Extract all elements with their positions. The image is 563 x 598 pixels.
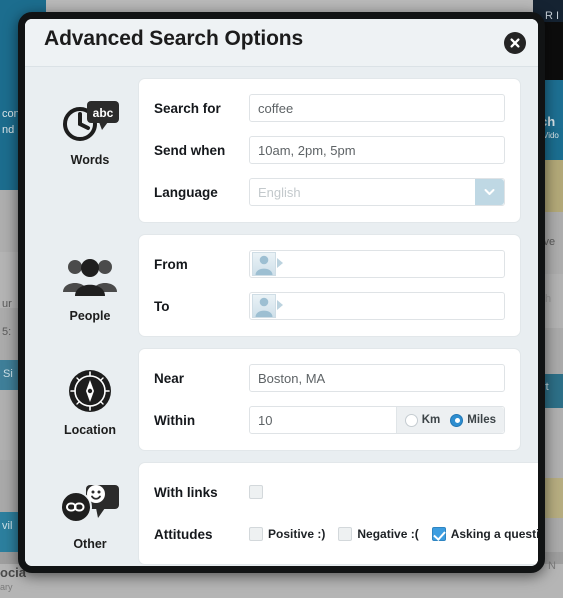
avatar-placeholder-icon xyxy=(252,252,276,276)
within-field-wrap: Km Miles xyxy=(249,406,505,434)
checkbox-positive[interactable] xyxy=(249,527,263,541)
people-panel: From To xyxy=(138,234,521,337)
field-with-links: With links xyxy=(154,476,538,508)
section-sidebar-location: Location xyxy=(42,348,138,437)
attitude-option-negative[interactable]: Negative :( xyxy=(338,527,419,541)
words-panel: Search for Send when Langu xyxy=(138,78,521,223)
label-attitudes: Attitudes xyxy=(154,526,213,542)
attitude-option-question[interactable]: Asking a question ? xyxy=(431,527,540,541)
near-input[interactable] xyxy=(249,364,505,392)
background-text-fragment: N xyxy=(548,560,556,572)
label-near: Near xyxy=(154,370,185,386)
section-sidebar-people: People xyxy=(42,234,138,323)
close-icon[interactable] xyxy=(504,32,526,54)
section-other: Other With links Attitudes Positive:) N… xyxy=(25,462,538,565)
section-label-location: Location xyxy=(63,423,117,437)
label-language: Language xyxy=(154,184,218,200)
location-panel: Near Within xyxy=(138,348,521,451)
from-input[interactable] xyxy=(249,250,505,278)
label-with-links: With links xyxy=(154,484,218,500)
checkbox-question[interactable] xyxy=(431,527,446,541)
field-from: From xyxy=(154,248,505,280)
from-field-wrap xyxy=(249,250,505,278)
search-for-input[interactable] xyxy=(249,94,505,122)
clock-abc-speech-bubble-icon: abc xyxy=(42,94,138,148)
background-text-fragment: ur xyxy=(2,298,12,310)
language-input[interactable] xyxy=(249,178,505,206)
attitudes-group: Positive :) Negative :( Asking a questio… xyxy=(249,527,540,541)
other-panel: With links Attitudes Positive:) Negativ… xyxy=(138,462,540,565)
field-send-when: Send when xyxy=(154,134,505,166)
background-text-fragment: Si xyxy=(3,368,13,380)
avatar-placeholder-icon xyxy=(252,294,276,318)
field-to: To xyxy=(154,290,505,322)
background-text-fragment: 5: xyxy=(2,326,12,338)
radio-km-icon[interactable] xyxy=(404,413,418,427)
background-text-fragment: nd xyxy=(2,124,15,136)
section-label-words: Words xyxy=(70,153,110,167)
unit-option-km[interactable]: Km xyxy=(404,413,441,427)
attitude-option-positive[interactable]: Positive :) xyxy=(249,527,325,541)
attitude-label-positive: Positive :) xyxy=(268,527,326,541)
svg-text:abc: abc xyxy=(93,106,114,120)
section-sidebar-words: abc Words xyxy=(42,78,138,167)
with-links-checkbox[interactable] xyxy=(249,484,263,499)
field-within: Within Km xyxy=(154,404,505,436)
modal-inner: Advanced Search Options abc Words Search… xyxy=(25,19,538,566)
field-attitudes: Attitudes Positive :) Negative:(Asking… xyxy=(154,518,540,550)
compass-icon xyxy=(42,364,138,418)
people-group-icon xyxy=(42,250,138,304)
attitude-label-negative: Negative :( xyxy=(357,527,419,541)
label-search-for: Search for xyxy=(154,100,221,116)
modal-body: abc Words Search for Se xyxy=(25,78,538,566)
to-field-wrap xyxy=(249,292,505,320)
background-text-fragment: h xyxy=(545,293,552,305)
language-select[interactable] xyxy=(249,178,505,206)
unit-option-miles[interactable]: Miles xyxy=(450,413,496,427)
distance-unit-group: Km Miles xyxy=(395,407,504,433)
advanced-search-modal: Advanced Search Options abc Words Search… xyxy=(18,12,545,573)
background-text-fragment: Vido xyxy=(543,131,559,140)
chevron-down-icon[interactable] xyxy=(475,179,504,205)
page-root: con nd ur 5: Si vil R I ch Vido ive h rt… xyxy=(0,0,563,598)
section-label-people: People xyxy=(69,309,111,323)
avatar-pointer-icon xyxy=(277,300,283,310)
label-from: From xyxy=(154,256,188,272)
field-language: Language xyxy=(154,176,505,208)
unit-label-miles: Miles xyxy=(467,414,496,426)
section-label-other: Other xyxy=(73,537,107,551)
section-sidebar-other: Other xyxy=(42,462,138,551)
attitude-label-question: Asking a question ? xyxy=(450,527,540,541)
section-location: Location Near Within xyxy=(25,348,538,451)
background-text-fragment: ary xyxy=(0,582,13,592)
page-title: Advanced Search Options xyxy=(44,27,304,50)
modal-header: Advanced Search Options xyxy=(25,19,538,67)
field-search-for: Search for xyxy=(154,92,505,124)
background-text-fragment: vil xyxy=(2,520,13,532)
label-send-when: Send when xyxy=(154,142,226,158)
radio-miles-icon[interactable] xyxy=(450,413,464,427)
to-input[interactable] xyxy=(249,292,505,320)
background-text-fragment: R I xyxy=(545,10,560,22)
field-near: Near xyxy=(154,362,505,394)
unit-label-km: Km xyxy=(421,414,441,426)
label-within: Within xyxy=(154,412,196,428)
label-to: To xyxy=(154,298,170,314)
section-people: People From To xyxy=(25,234,538,337)
checkbox-negative[interactable] xyxy=(338,527,353,541)
send-when-input[interactable] xyxy=(249,136,505,164)
link-smiley-bubble-icon xyxy=(42,478,138,532)
section-words: abc Words Search for Se xyxy=(25,78,538,223)
avatar-pointer-icon xyxy=(277,258,283,268)
